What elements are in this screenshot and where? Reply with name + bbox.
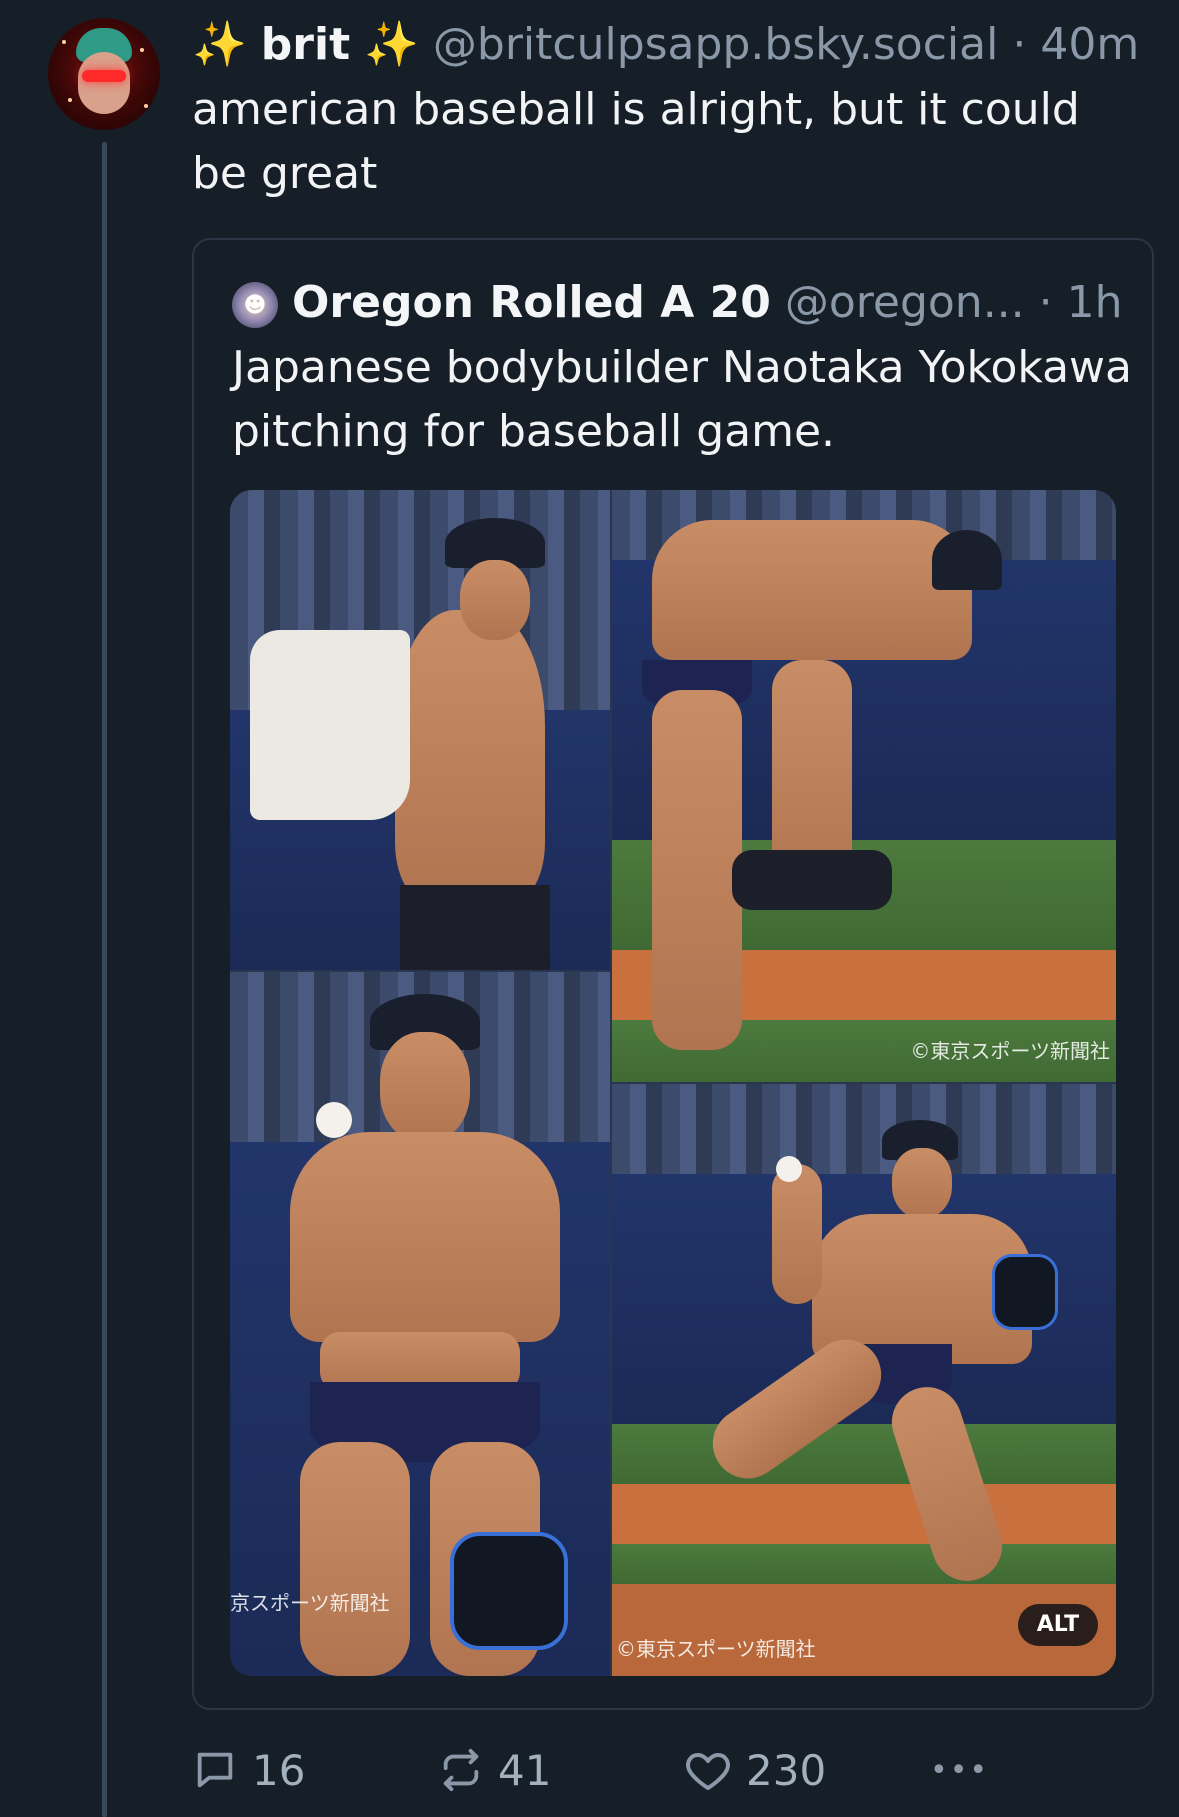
reply-button[interactable]: 16 (192, 1740, 305, 1800)
repost-button[interactable]: 41 (438, 1740, 551, 1800)
quoted-author-display-name[interactable]: Oregon Rolled A 20 (292, 277, 771, 328)
quoted-post-timestamp[interactable]: 1h (1067, 277, 1123, 328)
post-header: ✨ brit ✨ @britculpsapp.bsky.social · 40m (192, 14, 1139, 76)
author-display-name[interactable]: brit (261, 19, 350, 70)
more-options-button[interactable]: ••• (930, 1740, 989, 1800)
image-grid[interactable]: ©東京スポーツ新聞社 京スポーツ新聞社 ©東京スポーツ新聞社 ALT (230, 490, 1116, 1676)
more-icon: ••• (930, 1752, 990, 1788)
quoted-post[interactable]: ☻ Oregon Rolled A 20 @oregon... · 1h Jap… (192, 238, 1154, 1710)
sparkle-icon: ✨ (192, 19, 247, 70)
like-button[interactable]: 230 (684, 1740, 826, 1800)
quoted-author-avatar[interactable]: ☻ (232, 282, 278, 328)
quoted-post-header: Oregon Rolled A 20 @oregon... · 1h (292, 272, 1123, 334)
separator-dot: · (1012, 19, 1027, 70)
repost-icon (443, 1748, 479, 1792)
post-text: american baseball is alright, but it cou… (192, 84, 1080, 199)
sparkle-icon: ✨ (364, 19, 419, 70)
author-handle[interactable]: @britculpsapp.bsky.social (433, 19, 998, 70)
repost-count: 41 (498, 1745, 552, 1795)
photo-watermark: ©東京スポーツ新聞社 (910, 1039, 1110, 1063)
reply-count: 16 (252, 1745, 306, 1795)
quoted-author-handle[interactable]: @oregon... (785, 277, 1025, 328)
heart-icon (686, 1753, 730, 1790)
separator-dot: · (1038, 277, 1053, 328)
photo-top-right[interactable]: ©東京スポーツ新聞社 (612, 490, 1116, 1082)
action-bar: 16 41 230 ••• (192, 1740, 1152, 1800)
photo-bottom-left[interactable]: 京スポーツ新聞社 (230, 972, 610, 1676)
alt-text-button[interactable]: ALT (1018, 1604, 1098, 1646)
quoted-post-text: Japanese bodybuilder Naotaka Yokokawa pi… (232, 342, 1133, 457)
photo-watermark: ©東京スポーツ新聞社 (616, 1637, 816, 1661)
photo-bottom-right[interactable]: ©東京スポーツ新聞社 ALT (612, 1084, 1116, 1676)
author-avatar[interactable] (48, 18, 160, 130)
like-count: 230 (746, 1745, 827, 1795)
post-timestamp[interactable]: 40m (1040, 19, 1139, 70)
photo-watermark: 京スポーツ新聞社 (230, 1591, 390, 1615)
thread-line (102, 142, 107, 1817)
reply-icon (197, 1752, 233, 1788)
photo-top-left[interactable] (230, 490, 610, 970)
post: ✨ brit ✨ @britculpsapp.bsky.social · 40m… (0, 0, 1179, 1817)
